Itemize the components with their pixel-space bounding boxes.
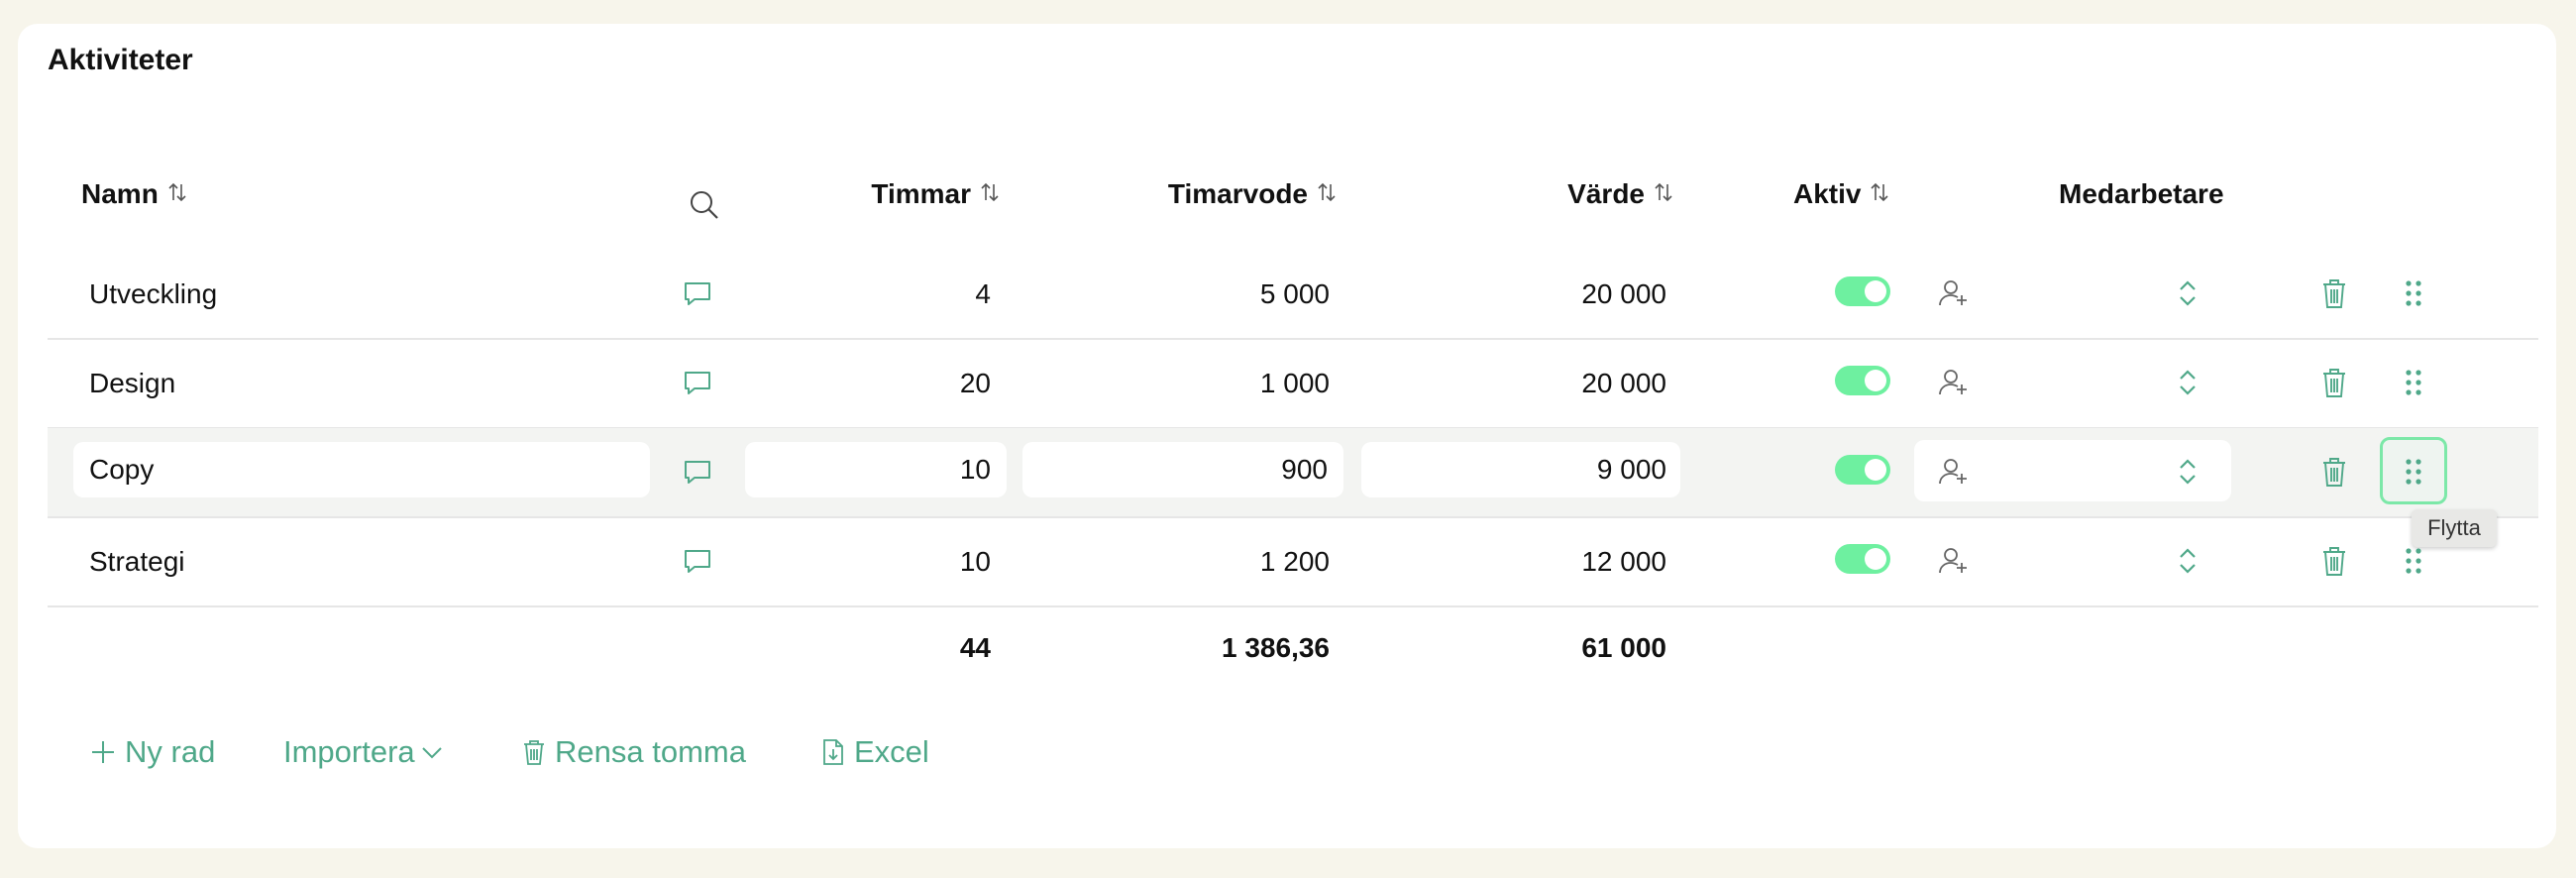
column-header-name[interactable]: Namn bbox=[81, 174, 188, 214]
column-header-hours[interactable]: Timmar bbox=[753, 174, 1001, 214]
new-row-button[interactable]: Ny rad bbox=[89, 727, 215, 777]
column-header-active-label: Aktiv bbox=[1793, 178, 1862, 209]
clear-empty-label: Rensa tomma bbox=[555, 734, 746, 769]
import-dropdown[interactable]: Importera bbox=[283, 727, 453, 777]
plus-icon bbox=[92, 741, 114, 763]
row-name[interactable]: Utveckling bbox=[89, 250, 217, 338]
row-hours[interactable]: 10 bbox=[741, 517, 991, 605]
new-row-label: Ny rad bbox=[125, 734, 216, 769]
row-value: 12 000 bbox=[1581, 546, 1666, 577]
comment-icon[interactable] bbox=[682, 367, 713, 403]
toggle-knob bbox=[1865, 370, 1886, 391]
import-label: Importera bbox=[283, 734, 415, 769]
row-value-input[interactable]: 9 000 bbox=[1361, 442, 1680, 497]
row-value: 20 000 bbox=[1581, 278, 1666, 309]
active-toggle[interactable] bbox=[1835, 455, 1890, 485]
row-rate[interactable]: 1 000 bbox=[1019, 339, 1330, 427]
trash-icon bbox=[524, 740, 544, 765]
toggle-knob bbox=[1865, 280, 1886, 302]
total-rate: 1 386,36 bbox=[1222, 632, 1330, 663]
drag-handle-icon[interactable] bbox=[2404, 369, 2423, 401]
chevron-updown-icon[interactable] bbox=[2174, 545, 2201, 582]
toggle-knob bbox=[1865, 459, 1886, 481]
sort-icon[interactable] bbox=[979, 174, 1001, 214]
excel-button[interactable]: Excel bbox=[820, 727, 929, 777]
column-header-hours-label: Timmar bbox=[871, 178, 971, 209]
column-header-rate-label: Timarvode bbox=[1167, 178, 1308, 209]
active-toggle[interactable] bbox=[1835, 366, 1890, 395]
tooltip: Flytta bbox=[2412, 509, 2497, 547]
trash-icon[interactable] bbox=[2320, 366, 2348, 404]
chevron-down-icon bbox=[421, 747, 442, 759]
trash-icon[interactable] bbox=[2320, 455, 2348, 494]
active-toggle[interactable] bbox=[1835, 276, 1890, 306]
add-user-icon[interactable] bbox=[1938, 456, 1970, 493]
section-title: Aktiviteter bbox=[48, 44, 193, 76]
active-toggle[interactable] bbox=[1835, 544, 1890, 574]
row-rate[interactable]: 5 000 bbox=[1019, 250, 1330, 338]
trash-icon[interactable] bbox=[2320, 276, 2348, 315]
drag-handle-icon[interactable] bbox=[2404, 547, 2423, 580]
row-name[interactable]: Strategi bbox=[89, 517, 185, 605]
file-download-icon bbox=[823, 739, 843, 765]
table-row-editing: Copy 10 900 9 000 bbox=[48, 428, 2538, 518]
row-hours[interactable]: 4 bbox=[741, 250, 991, 338]
add-user-icon[interactable] bbox=[1938, 545, 1970, 582]
drag-handle-icon[interactable] bbox=[2404, 279, 2423, 312]
sort-icon[interactable] bbox=[1869, 174, 1890, 214]
column-header-name-label: Namn bbox=[81, 178, 159, 209]
row-rate[interactable]: 1 200 bbox=[1019, 517, 1330, 605]
table-row: Utveckling 4 5 000 20 000 bbox=[48, 250, 2538, 340]
add-user-icon[interactable] bbox=[1938, 367, 1970, 403]
row-hours-input[interactable]: 10 bbox=[745, 442, 1007, 497]
chevron-updown-icon[interactable] bbox=[2174, 456, 2201, 493]
total-value: 61 000 bbox=[1581, 632, 1666, 663]
drag-handle-icon[interactable] bbox=[2404, 458, 2423, 491]
column-header-value-label: Värde bbox=[1567, 178, 1645, 209]
search-icon[interactable] bbox=[688, 188, 721, 227]
row-rate-input[interactable]: 900 bbox=[1022, 442, 1343, 497]
sort-icon[interactable] bbox=[1653, 174, 1674, 214]
chevron-updown-icon[interactable] bbox=[2174, 277, 2201, 314]
column-header-staff: Medarbetare bbox=[2059, 178, 2224, 209]
sort-icon[interactable] bbox=[1316, 174, 1338, 214]
chevron-updown-icon[interactable] bbox=[2174, 367, 2201, 403]
table-row: Design 20 1 000 20 000 bbox=[48, 339, 2538, 429]
column-header-active[interactable]: Aktiv bbox=[1793, 174, 1890, 214]
comment-icon[interactable] bbox=[682, 545, 713, 582]
sort-icon[interactable] bbox=[166, 174, 188, 214]
row-name[interactable]: Design bbox=[89, 339, 175, 427]
table-row: Strategi 10 1 200 12 000 bbox=[48, 517, 2538, 607]
comment-icon[interactable] bbox=[682, 456, 713, 493]
row-name-input[interactable]: Copy bbox=[73, 442, 650, 497]
trash-icon[interactable] bbox=[2320, 544, 2348, 583]
column-header-value[interactable]: Värde bbox=[1377, 174, 1674, 214]
total-hours: 44 bbox=[959, 632, 991, 663]
clear-empty-button[interactable]: Rensa tomma bbox=[521, 727, 746, 777]
add-user-icon[interactable] bbox=[1938, 277, 1970, 314]
comment-icon[interactable] bbox=[682, 277, 713, 314]
excel-label: Excel bbox=[854, 734, 929, 769]
row-hours[interactable]: 20 bbox=[741, 339, 991, 427]
row-value: 20 000 bbox=[1581, 368, 1666, 398]
toggle-knob bbox=[1865, 548, 1886, 570]
column-header-rate[interactable]: Timarvode bbox=[1030, 174, 1338, 214]
